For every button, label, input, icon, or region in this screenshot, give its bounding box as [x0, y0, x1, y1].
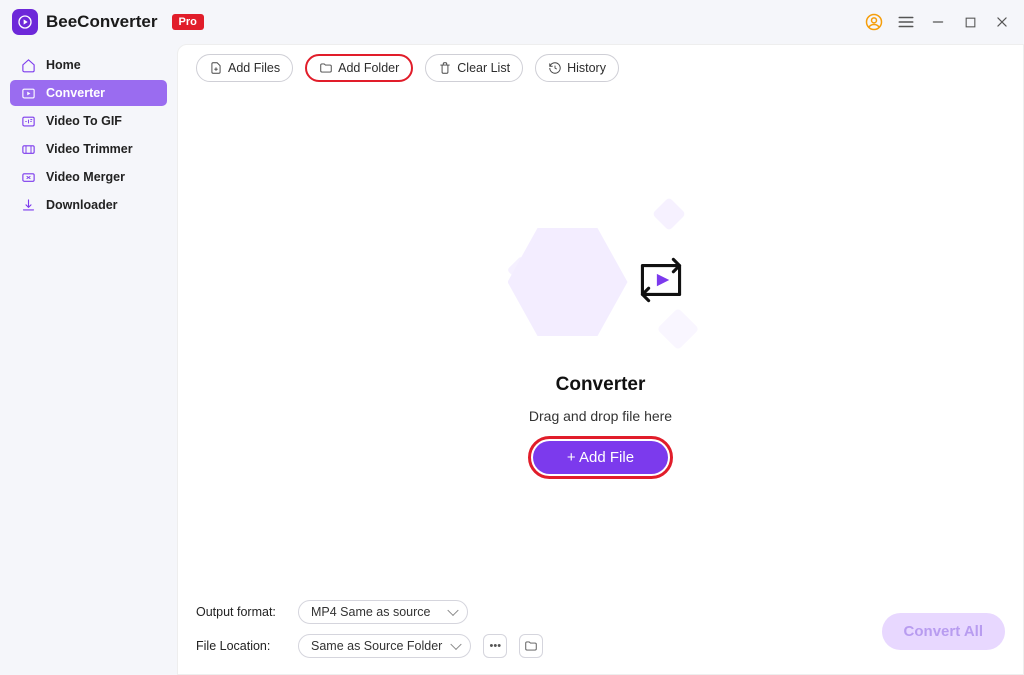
file-location-select[interactable]: Same as Source Folder	[298, 634, 471, 658]
sidebar-item-converter[interactable]: Converter	[10, 80, 167, 106]
sidebar-item-label: Video To GIF	[46, 114, 122, 128]
toolbar: Add Files Add Folder Clear List History	[178, 45, 1023, 91]
hero-title: Converter	[556, 374, 646, 396]
add-files-button[interactable]: Add Files	[196, 54, 293, 82]
pro-badge: Pro	[172, 14, 204, 30]
titlebar-controls	[864, 12, 1012, 32]
add-file-icon	[209, 61, 223, 75]
close-button[interactable]	[992, 12, 1012, 32]
clear-list-button[interactable]: Clear List	[425, 54, 523, 82]
titlebar: BeeConverter Pro	[0, 0, 1024, 44]
sidebar-item-video-to-gif[interactable]: Video To GIF	[10, 108, 167, 134]
hero-graphic	[501, 202, 701, 362]
output-format-row: Output format: MP4 Same as source	[196, 600, 1005, 624]
home-icon	[20, 57, 36, 73]
account-icon[interactable]	[864, 12, 884, 32]
folder-icon	[319, 61, 333, 75]
maximize-button[interactable]	[960, 12, 980, 32]
add-file-highlight: + Add File	[528, 436, 673, 479]
open-folder-button[interactable]	[519, 634, 543, 658]
sidebar-item-label: Downloader	[46, 198, 118, 212]
sidebar-item-video-merger[interactable]: Video Merger	[10, 164, 167, 190]
more-options-button[interactable]: •••	[483, 634, 507, 658]
output-format-select[interactable]: MP4 Same as source	[298, 600, 468, 624]
merge-icon	[20, 169, 36, 185]
sidebar-item-label: Video Merger	[46, 170, 125, 184]
history-button[interactable]: History	[535, 54, 619, 82]
history-icon	[548, 61, 562, 75]
footer-bar: Output format: MP4 Same as source File L…	[178, 590, 1023, 674]
convert-icon	[628, 247, 694, 318]
minimize-button[interactable]	[928, 12, 948, 32]
sidebar-item-label: Converter	[46, 86, 105, 100]
trim-icon	[20, 141, 36, 157]
converter-icon	[20, 85, 36, 101]
gif-icon	[20, 113, 36, 129]
app-logo: BeeConverter Pro	[12, 9, 204, 35]
add-folder-button[interactable]: Add Folder	[305, 54, 413, 82]
output-format-label: Output format:	[196, 605, 286, 619]
hero-subtitle: Drag and drop file here	[529, 408, 672, 424]
menu-icon[interactable]	[896, 12, 916, 32]
add-file-button[interactable]: + Add File	[533, 441, 668, 474]
convert-all-button[interactable]: Convert All	[882, 613, 1005, 650]
sidebar-item-downloader[interactable]: Downloader	[10, 192, 167, 218]
app-window: BeeConverter Pro Home	[0, 0, 1024, 675]
sidebar-item-video-trimmer[interactable]: Video Trimmer	[10, 136, 167, 162]
download-icon	[20, 197, 36, 213]
trash-icon	[438, 61, 452, 75]
sidebar-item-home[interactable]: Home	[10, 52, 167, 78]
sidebar-item-label: Video Trimmer	[46, 142, 133, 156]
logo-mark-icon	[12, 9, 38, 35]
main-panel: Add Files Add Folder Clear List History	[177, 44, 1024, 675]
body: Home Converter Video To GIF Video Trimme…	[0, 44, 1024, 675]
sidebar-item-label: Home	[46, 58, 81, 72]
drop-zone[interactable]: Converter Drag and drop file here + Add …	[178, 91, 1023, 590]
app-name: BeeConverter	[46, 12, 158, 32]
file-location-label: File Location:	[196, 639, 286, 653]
sidebar: Home Converter Video To GIF Video Trimme…	[0, 44, 177, 675]
